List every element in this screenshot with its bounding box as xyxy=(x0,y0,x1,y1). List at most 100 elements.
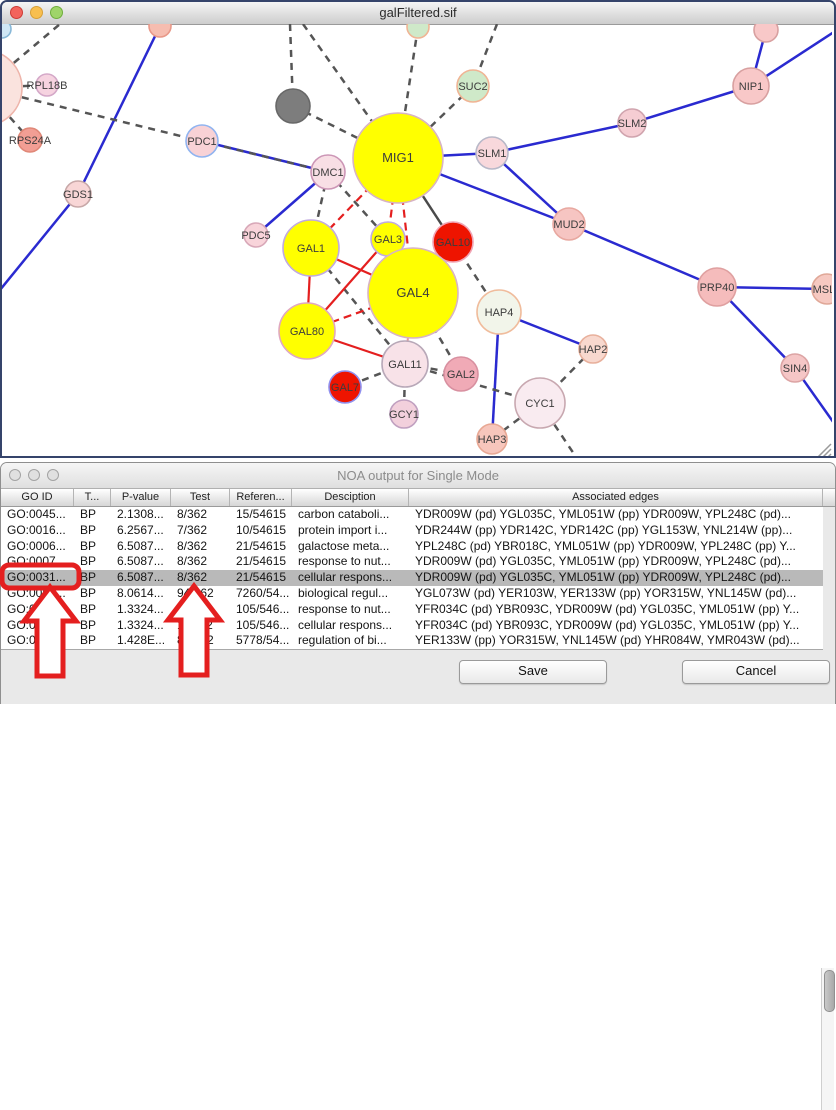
table-cell: GO:0031... xyxy=(1,618,74,634)
scrollbar-thumb[interactable] xyxy=(824,970,835,1012)
table-cell: 8.0614... xyxy=(111,586,171,602)
table-cell: 1.3324... xyxy=(111,618,171,634)
table-cell: galactose meta... xyxy=(292,539,409,555)
network-node-topgreen[interactable] xyxy=(407,24,429,38)
table-cell: GO:0007... xyxy=(1,554,74,570)
table-cell: YER133W (pp) YOR315W, YNL145W (pd) YHR08… xyxy=(409,633,823,649)
network-node-topsalmon[interactable] xyxy=(149,24,171,37)
table-cell: 7/362 xyxy=(171,523,230,539)
node-label-GAL11: GAL11 xyxy=(388,359,421,371)
node-label-SLM2: SLM2 xyxy=(618,118,647,130)
table-cell: protein import i... xyxy=(292,523,409,539)
node-label-PRP40: PRP40 xyxy=(700,282,735,294)
node-label-HAP3: HAP3 xyxy=(478,434,507,446)
table-row[interactable]: GO:0031...BP6.5087...8/36221/54615cellul… xyxy=(1,570,823,586)
results-table-header: GO IDT...P-valueTestReferen...Desciption… xyxy=(1,489,835,507)
table-cell: 21/54615 xyxy=(230,554,292,570)
table-cell: 7260/54... xyxy=(230,586,292,602)
node-label-MIG1: MIG1 xyxy=(382,150,414,165)
noa-window-titlebar[interactable]: NOA output for Single Mode xyxy=(1,463,835,489)
table-row[interactable]: GO:0007...BP6.5087...8/36221/54615respon… xyxy=(1,554,823,570)
table-cell: YPL248C (pd) YBR018C, YML051W (pp) YDR00… xyxy=(409,539,823,555)
table-row[interactable]: GO:0031...BP1.3324...11/362105/546...cel… xyxy=(1,618,823,634)
table-cell: 6.2567... xyxy=(111,523,171,539)
column-header-desciption[interactable]: Desciption xyxy=(292,489,409,506)
graph-window-titlebar[interactable]: galFiltered.sif xyxy=(2,2,834,25)
table-cell: 105/546... xyxy=(230,618,292,634)
table-cell: 6.5087... xyxy=(111,539,171,555)
table-cell: YDR244W (pp) YDR142C, YDR142C (pp) YGL15… xyxy=(409,523,823,539)
column-header-p-value[interactable]: P-value xyxy=(111,489,171,506)
column-header-go-id[interactable]: GO ID xyxy=(1,489,74,506)
table-cell: BP xyxy=(74,554,111,570)
network-edge[interactable] xyxy=(569,224,717,287)
node-label-NIP1: NIP1 xyxy=(739,81,763,93)
table-row[interactable]: GO:0045...BP2.1308...8/36215/54615carbon… xyxy=(1,507,823,523)
table-cell: BP xyxy=(74,523,111,539)
node-label-SIN4: SIN4 xyxy=(783,363,807,375)
table-row[interactable]: GO:0065...BP8.0614...94/3627260/54...bio… xyxy=(1,586,823,602)
graph-window: galFiltered.sif RPL18BRPS24AGDS1PDC1PDC5… xyxy=(0,0,836,458)
column-header-associated-edges[interactable]: Associated edges xyxy=(409,489,823,506)
network-node-toppink[interactable] xyxy=(754,24,778,42)
node-label-CYC1: CYC1 xyxy=(525,398,554,410)
table-cell: GO:0045... xyxy=(1,507,74,523)
table-cell: 105/546... xyxy=(230,602,292,618)
resize-grip-icon[interactable] xyxy=(818,444,831,456)
node-label-GDS1: GDS1 xyxy=(63,189,93,201)
node-label-MSL1: MSL1 xyxy=(813,284,832,296)
table-cell: 1.3324... xyxy=(111,602,171,618)
save-button[interactable]: Save xyxy=(459,660,607,684)
node-label-RPS24A: RPS24A xyxy=(9,135,52,147)
noa-output-window: NOA output for Single Mode GO IDT...P-va… xyxy=(0,462,836,704)
table-cell: BP xyxy=(74,618,111,634)
table-cell: GO:0031... xyxy=(1,570,74,586)
table-cell: regulation of bi... xyxy=(292,633,409,649)
column-header-test[interactable]: Test xyxy=(171,489,230,506)
table-cell: carbon cataboli... xyxy=(292,507,409,523)
table-cell: 1.428E... xyxy=(111,633,171,649)
network-node-cornerblue[interactable] xyxy=(2,24,11,38)
table-row[interactable]: GO:0016...BP6.2567...7/36210/54615protei… xyxy=(1,523,823,539)
table-cell: 10/54615 xyxy=(230,523,292,539)
network-node-bigleft[interactable] xyxy=(2,50,22,126)
table-cell: 2.1308... xyxy=(111,507,171,523)
node-label-GCY1: GCY1 xyxy=(389,409,419,421)
table-row[interactable]: GO:0050...BP1.428E...80/3625778/54...reg… xyxy=(1,633,823,649)
network-node-darknode[interactable] xyxy=(276,89,310,123)
table-cell: 21/54615 xyxy=(230,539,292,555)
cancel-button[interactable]: Cancel xyxy=(682,660,830,684)
table-cell: biological regul... xyxy=(292,586,409,602)
node-label-GAL3: GAL3 xyxy=(374,234,402,246)
table-cell: 11/362 xyxy=(171,618,230,634)
table-cell: 80/362 xyxy=(171,633,230,649)
table-row[interactable]: GO:0031...BP1.3324...11/362105/546...res… xyxy=(1,602,823,618)
network-edge[interactable] xyxy=(492,123,632,153)
table-cell: GO:0065... xyxy=(1,586,74,602)
table-cell: GO:0016... xyxy=(1,523,74,539)
table-cell: YGL073W (pd) YER103W, YER133W (pp) YOR31… xyxy=(409,586,823,602)
node-label-PDC5: PDC5 xyxy=(241,230,270,242)
vertical-scrollbar[interactable] xyxy=(821,968,834,1110)
column-header-referen-[interactable]: Referen... xyxy=(230,489,292,506)
column-header-t-[interactable]: T... xyxy=(74,489,111,506)
table-cell: BP xyxy=(74,539,111,555)
results-table: GO:0045...BP2.1308...8/36215/54615carbon… xyxy=(1,507,823,650)
table-cell: 8/362 xyxy=(171,507,230,523)
network-edge[interactable] xyxy=(78,26,160,194)
table-cell: YFR034C (pd) YBR093C, YDR009W (pd) YGL03… xyxy=(409,618,823,634)
node-label-PDC1: PDC1 xyxy=(187,136,216,148)
node-label-DMC1: DMC1 xyxy=(312,167,343,179)
table-cell: BP xyxy=(74,586,111,602)
network-edge[interactable] xyxy=(2,194,78,290)
table-cell: 11/362 xyxy=(171,602,230,618)
node-label-GAL80: GAL80 xyxy=(290,326,324,338)
table-cell: YFR034C (pd) YBR093C, YDR009W (pd) YGL03… xyxy=(409,602,823,618)
table-cell: 8/362 xyxy=(171,539,230,555)
graph-window-title: galFiltered.sif xyxy=(2,5,834,20)
table-cell: GO:0031... xyxy=(1,602,74,618)
table-cell: 8/362 xyxy=(171,554,230,570)
table-row[interactable]: GO:0006...BP6.5087...8/36221/54615galact… xyxy=(1,539,823,555)
table-cell: YDR009W (pd) YGL035C, YML051W (pp) YDR00… xyxy=(409,570,823,586)
network-canvas[interactable]: RPL18BRPS24AGDS1PDC1PDC5DMC1MIG1SUC2SLM1… xyxy=(2,24,832,456)
